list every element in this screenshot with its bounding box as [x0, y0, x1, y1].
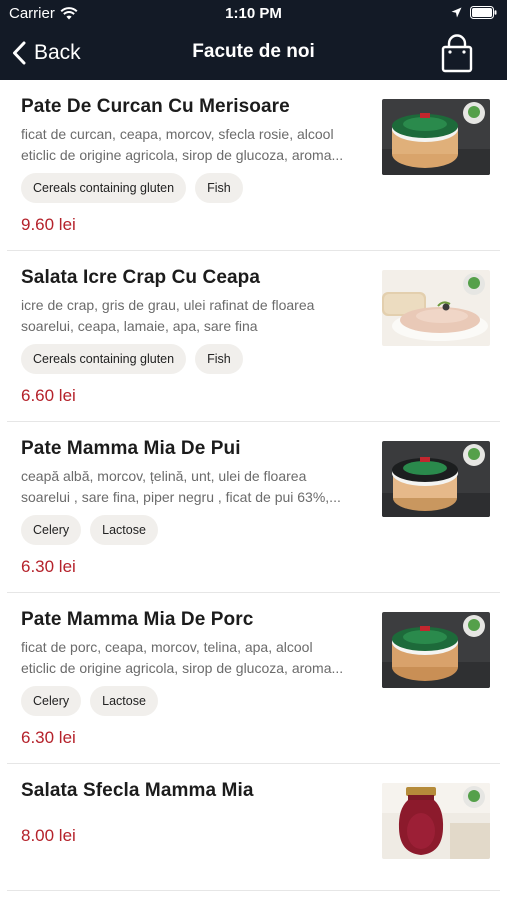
product-price: 8.00 lei	[21, 826, 76, 845]
allergen-tags: Celery Lactose	[21, 515, 158, 545]
product-name: Salata Icre Crap Cu Ceapa	[21, 267, 261, 288]
product-item-pate-curcan[interactable]: Pate De Curcan Cu Merisoare ficat de cur…	[7, 80, 500, 251]
allergen-tags: Cereals containing gluten Fish	[21, 173, 243, 203]
product-description: icre de crap, gris de grau, ulei rafinat…	[21, 295, 373, 337]
status-indicators	[451, 6, 497, 19]
page-title: Facute de noi	[192, 41, 315, 62]
description-line: soarelui, ceapa, lamaie, apa, sare fina	[21, 318, 258, 334]
allergen-tags: Celery Lactose	[21, 686, 158, 716]
allergen-tag: Lactose	[90, 515, 158, 545]
description-line: ficat de curcan, ceapa, morcov, sfecla r…	[21, 126, 334, 142]
product-item-pate-porc[interactable]: Pate Mamma Mia De Porc ficat de porc, ce…	[7, 593, 500, 764]
product-image[interactable]	[382, 270, 490, 346]
fish-roe-salad-image	[382, 270, 490, 346]
description-line: ceapă albă, morcov, țelină, unt, ulei de…	[21, 468, 307, 484]
allergen-tag: Celery	[21, 686, 82, 716]
product-list: Pate De Curcan Cu Merisoare ficat de cur…	[0, 80, 507, 891]
status-time: 1:10 PM	[225, 5, 282, 22]
product-item-salata-icre[interactable]: Salata Icre Crap Cu Ceapa icre de crap, …	[7, 251, 500, 422]
product-item-pate-pui[interactable]: Pate Mamma Mia De Pui ceapă albă, morcov…	[7, 422, 500, 593]
product-name: Pate De Curcan Cu Merisoare	[21, 96, 290, 117]
product-image[interactable]	[382, 612, 490, 688]
product-name: Salata Sfecla Mamma Mia	[21, 780, 254, 801]
product-image[interactable]	[382, 783, 490, 859]
product-description: ceapă albă, morcov, țelină, unt, ulei de…	[21, 466, 373, 508]
product-item-salata-sfecla[interactable]: Salata Sfecla Mamma Mia 8.00 lei	[7, 764, 500, 891]
allergen-tag: Lactose	[90, 686, 158, 716]
product-name: Pate Mamma Mia De Pui	[21, 438, 241, 459]
product-price: 6.30 lei	[21, 557, 76, 576]
battery-icon	[470, 6, 497, 19]
beet-salad-jar-image	[382, 783, 490, 859]
product-price: 6.60 lei	[21, 386, 76, 405]
product-image[interactable]	[382, 99, 490, 175]
allergen-tag: Fish	[195, 344, 243, 374]
product-name: Pate Mamma Mia De Porc	[21, 609, 254, 630]
allergen-tags: Cereals containing gluten Fish	[21, 344, 243, 374]
pate-jar-image	[382, 99, 490, 175]
description-line: icre de crap, gris de grau, ulei rafinat…	[21, 297, 315, 313]
description-line: eticlic de origine agricola, sirop de gl…	[21, 147, 344, 163]
shopping-bag-icon	[441, 34, 473, 73]
description-line: eticlic de origine agricola, sirop de gl…	[21, 660, 344, 676]
shopping-bag-button[interactable]	[440, 34, 474, 74]
product-image[interactable]	[382, 441, 490, 517]
navigation-bar: Back Facute de noi	[0, 28, 507, 80]
product-price: 6.30 lei	[21, 728, 76, 747]
allergen-tag: Cereals containing gluten	[21, 173, 187, 203]
allergen-tag: Fish	[195, 173, 243, 203]
location-arrow-icon	[451, 7, 462, 18]
pate-jar-image	[382, 612, 490, 688]
status-bar: Carrier 1:10 PM	[0, 0, 507, 28]
product-price: 9.60 lei	[21, 215, 76, 234]
allergen-tag: Celery	[21, 515, 82, 545]
description-line: soarelui , sare fina, piper negru , fica…	[21, 489, 341, 505]
product-description: ficat de porc, ceapa, morcov, telina, ap…	[21, 637, 373, 679]
description-line: ficat de porc, ceapa, morcov, telina, ap…	[21, 639, 313, 655]
allergen-tag: Cereals containing gluten	[21, 344, 187, 374]
product-description: ficat de curcan, ceapa, morcov, sfecla r…	[21, 124, 373, 166]
pate-jar-image	[382, 441, 490, 517]
